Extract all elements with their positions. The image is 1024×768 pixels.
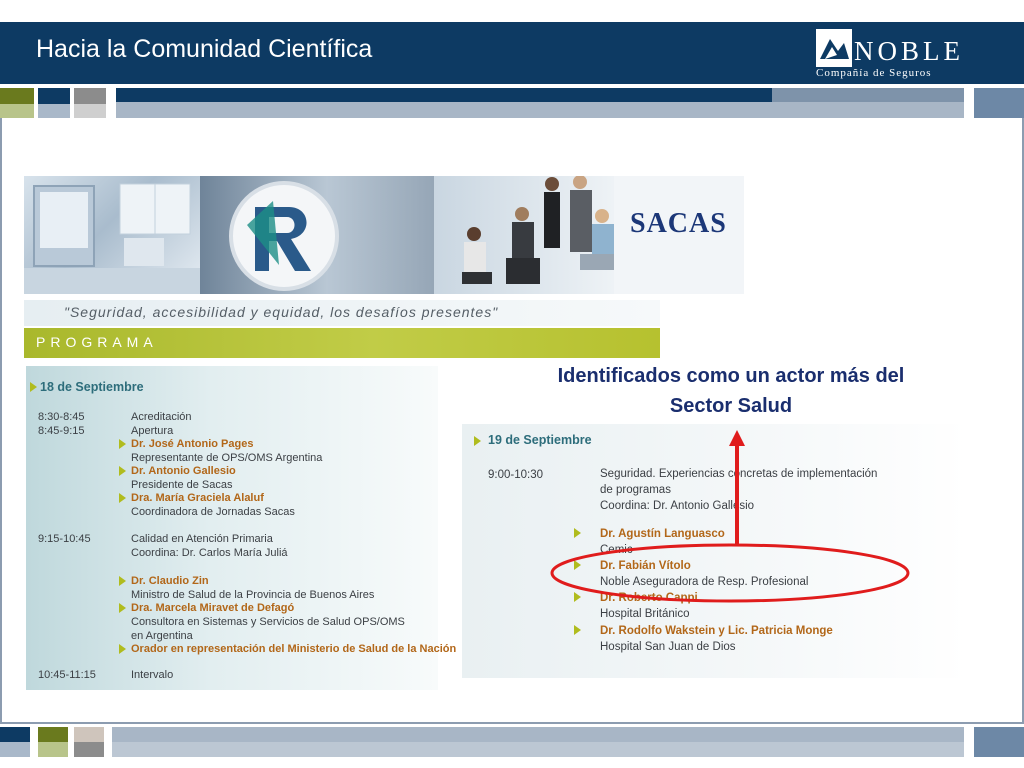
logo-wordmark: NOBLE: [854, 36, 964, 66]
speaker-name: Dra. Marcela Miravet de Defagó: [131, 602, 295, 614]
speaker-role: Hospital Británico: [600, 608, 690, 620]
speaker-name: Dr. José Antonio Pages: [131, 438, 254, 450]
schedule-item: Seguridad. Experiencias concretas de imp…: [600, 468, 878, 480]
deco-square: [74, 742, 104, 757]
schedule-item: Apertura: [131, 425, 174, 437]
speaker-role: Coordinadora de Jornadas Sacas: [131, 506, 295, 518]
deco-bar: [116, 102, 964, 118]
callout-text: Identificados como un actor más del Sect…: [496, 361, 966, 421]
slide-title: Hacia la Comunidad Científica: [36, 35, 373, 63]
triangle-bullet-icon: [574, 625, 581, 635]
schedule-time: 10:45-11:15: [38, 669, 96, 681]
speaker-name: Dr. Claudio Zin: [131, 575, 209, 587]
speaker-name: Dr. Rodolfo Wakstein y Lic. Patricia Mon…: [600, 625, 833, 637]
footer-divider: [0, 722, 1024, 724]
people-illustration: [462, 176, 616, 284]
sacas-wordmark: SACAS: [630, 208, 727, 239]
event-banner: SACAS: [24, 176, 744, 294]
deco-square: [38, 104, 70, 118]
sacas-emblem: [229, 181, 339, 291]
schedule-day2: 19 de Septiembre 9:00-10:30 Seguridad. E…: [462, 424, 967, 678]
speaker-role: Noble Aseguradora de Resp. Profesional: [600, 576, 809, 588]
triangle-bullet-icon: [574, 560, 581, 570]
deco-bar: [112, 742, 964, 757]
noble-logo: NOBLE Compañía de Seguros: [812, 26, 1012, 80]
logo-subtitle: Compañía de Seguros: [816, 67, 932, 79]
callout-line2: Sector Salud: [669, 395, 793, 417]
speaker-role: Representante de OPS/OMS Argentina: [131, 452, 323, 464]
speaker-role: en Argentina: [131, 630, 193, 642]
people-photo: [434, 176, 624, 294]
schedule-time: 9:00-10:30: [488, 469, 543, 481]
programa-label: PROGRAMA: [36, 334, 158, 350]
deco-bar: [112, 727, 964, 742]
deco-bar: [974, 88, 1024, 118]
speaker-role: Cemic: [600, 544, 633, 556]
triangle-bullet-icon: [119, 576, 126, 586]
deco-bar: [116, 88, 772, 102]
speaker-role: Presidente de Sacas: [131, 479, 233, 491]
triangle-bullet-icon: [119, 603, 126, 613]
deco-square: [74, 104, 106, 118]
speaker-name: Dr. Roberto Cappi: [600, 592, 698, 604]
deco-bar: [974, 727, 1024, 757]
schedule-time: 8:45-9:15: [38, 425, 85, 437]
noble-logo-icon: [816, 29, 852, 67]
programa-band: PROGRAMA: [24, 328, 660, 358]
speaker-name: Orador en representación del Ministerio …: [131, 643, 457, 655]
triangle-bullet-icon: [30, 382, 37, 392]
deco-square: [0, 104, 34, 118]
triangle-bullet-icon: [574, 592, 581, 602]
speaker-name: Dr. Agustín Languasco: [600, 528, 725, 540]
triangle-bullet-icon: [119, 644, 126, 654]
speaker-role: Ministro de Salud de la Provincia de Bue…: [131, 589, 375, 601]
schedule-time: 8:30-8:45: [38, 411, 85, 423]
triangle-bullet-icon: [119, 466, 126, 476]
triangle-bullet-icon: [119, 439, 126, 449]
deco-square: [38, 742, 68, 757]
speaker-name: Dr. Antonio Gallesio: [131, 465, 236, 477]
speaker-name: Dra. María Graciela Alaluf: [131, 492, 264, 504]
schedule-item: Acreditación: [131, 411, 192, 423]
motto-text: "Seguridad, accesibilidad y equidad, los…: [64, 304, 499, 320]
speaker-role: Consultora en Sistemas y Servicios de Sa…: [131, 616, 405, 628]
deco-square: [0, 742, 30, 757]
slide-header: Hacia la Comunidad Científica NOBLE Comp…: [0, 22, 1024, 84]
schedule-item: de programas: [600, 484, 671, 496]
speaker-role: Hospital San Juan de Dios: [600, 641, 736, 653]
day1-date: 18 de Septiembre: [40, 380, 144, 394]
sacas-emblem-icon: [247, 201, 311, 271]
schedule-item: Coordina: Dr. Carlos María Juliá: [131, 547, 288, 559]
monitor-icon: [24, 183, 200, 294]
schedule-time: 9:15-10:45: [38, 533, 91, 545]
triangle-bullet-icon: [574, 528, 581, 538]
triangle-bullet-icon: [474, 436, 481, 446]
schedule-item: Calidad en Atención Primaria: [131, 533, 273, 545]
day2-date: 19 de Septiembre: [488, 433, 592, 447]
office-photo: [24, 176, 200, 294]
triangle-bullet-icon: [119, 493, 126, 503]
schedule-item: Intervalo: [131, 669, 174, 681]
motto-band: "Seguridad, accesibilidad y equidad, los…: [24, 300, 660, 326]
deco-bar: [772, 88, 964, 102]
schedule-item: Coordina: Dr. Antonio Gallesio: [600, 500, 755, 512]
schedule-day1: 18 de Septiembre 8:30-8:45 Acreditación …: [26, 366, 456, 690]
speaker-name: Dr. Fabián Vítolo: [600, 560, 691, 572]
callout-line1: Identificados como un actor más del: [557, 365, 905, 387]
